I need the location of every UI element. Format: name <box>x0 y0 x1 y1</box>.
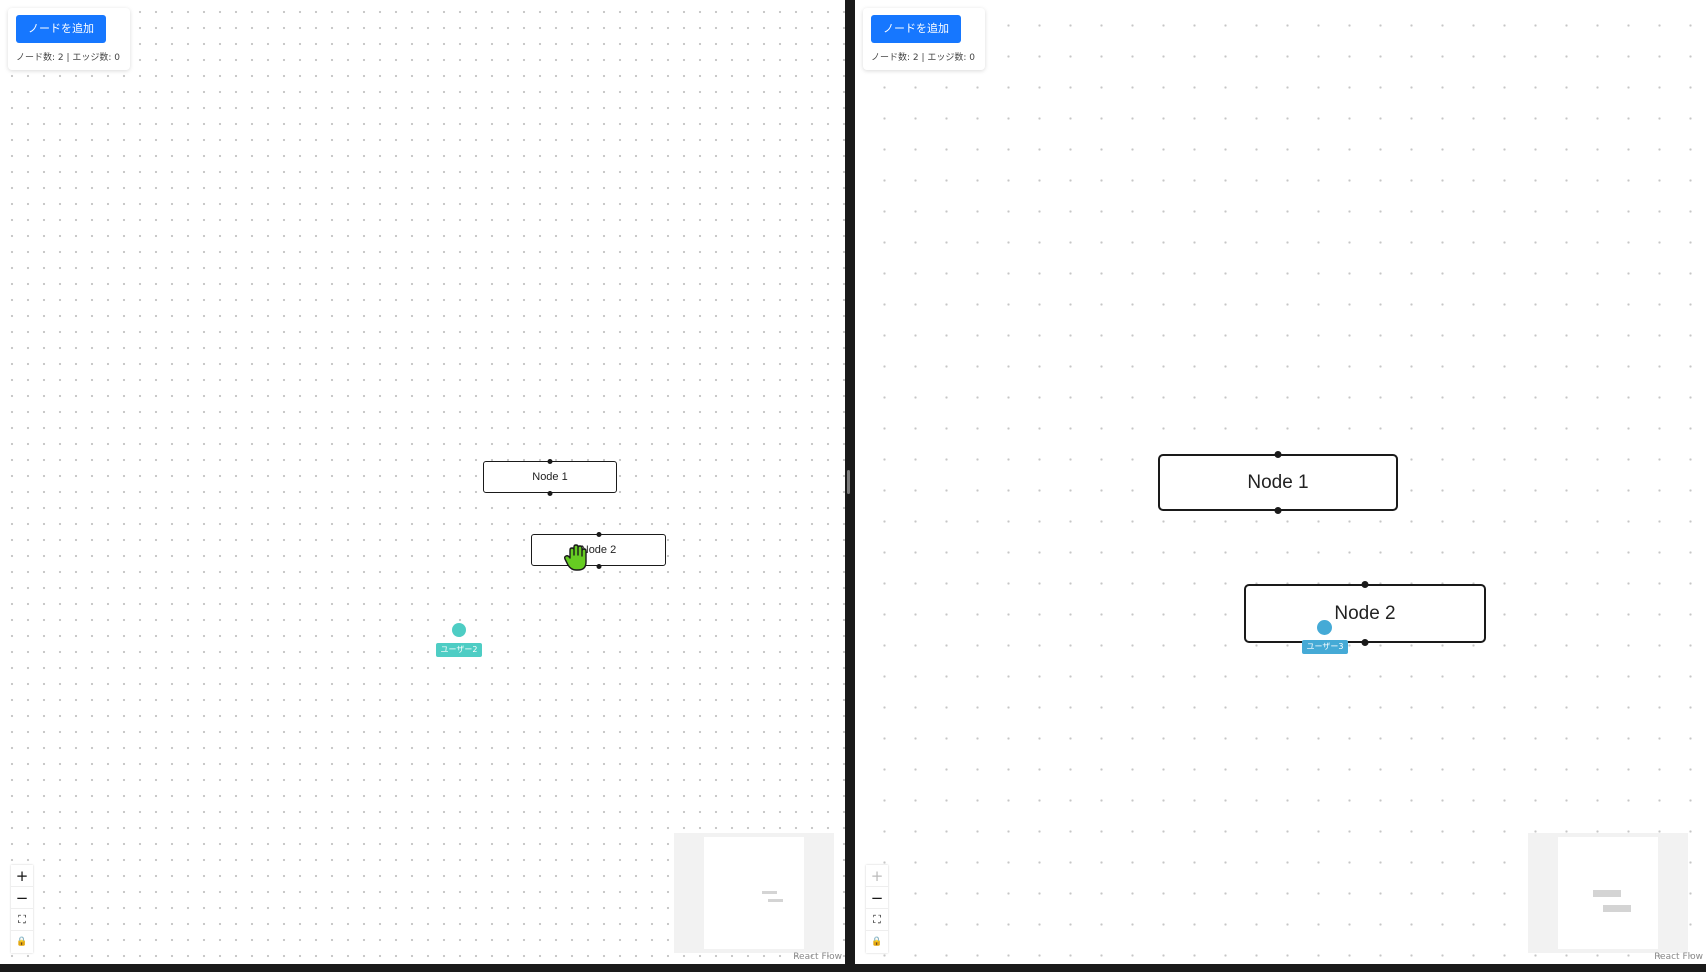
node-edge-counts: ノード数: 2 | エッジ数: 0 <box>16 53 120 63</box>
flow-canvas-left[interactable]: ノードを追加 ノード数: 2 | エッジ数: 0 Node 1 Node 2 ユ… <box>0 0 845 964</box>
toolbar-panel: ノードを追加 ノード数: 2 | エッジ数: 0 <box>8 8 130 70</box>
add-node-button[interactable]: ノードを追加 <box>16 15 106 43</box>
target-handle[interactable] <box>596 531 601 537</box>
add-node-button[interactable]: ノードを追加 <box>871 15 961 43</box>
remote-cursor-dot <box>1317 620 1332 635</box>
minimap-node-1 <box>1593 890 1621 897</box>
node-label: Node 1 <box>532 471 568 483</box>
react-flow-attribution[interactable]: React Flow <box>793 952 842 962</box>
flow-node-1[interactable]: Node 1 <box>1158 451 1398 514</box>
flow-controls: + − ⛶ 🔒 <box>866 865 888 953</box>
minus-icon: − <box>15 888 29 907</box>
zoom-out-button[interactable]: − <box>866 887 888 909</box>
minimap-node-2 <box>768 899 783 902</box>
zoom-in-button[interactable]: + <box>11 865 33 887</box>
remote-cursor-dot <box>452 623 466 637</box>
flow-node-2[interactable]: Node 2 <box>531 531 666 569</box>
split-divider-handle[interactable] <box>847 470 850 494</box>
minimap[interactable] <box>1528 833 1688 953</box>
fit-view-button[interactable]: ⛶ <box>866 909 888 931</box>
source-handle[interactable] <box>596 563 601 569</box>
fit-view-button[interactable]: ⛶ <box>11 909 33 931</box>
minus-icon: − <box>870 888 884 907</box>
flow-node-2[interactable]: Node 2 <box>1244 581 1486 646</box>
flow-controls: + − ⛶ 🔒 <box>11 865 33 953</box>
node-edge-counts: ノード数: 2 | エッジ数: 0 <box>871 53 975 63</box>
source-handle[interactable] <box>1274 507 1282 514</box>
remote-cursor-label: ユーザー3 <box>1302 640 1348 654</box>
minimap-node-1 <box>762 891 777 894</box>
plus-icon: + <box>870 866 884 885</box>
target-handle[interactable] <box>547 458 553 464</box>
lock-icon: 🔒 <box>16 937 28 947</box>
lock-button[interactable]: 🔒 <box>11 931 33 953</box>
fit-view-icon: ⛶ <box>18 912 26 926</box>
remote-cursor-label: ユーザー2 <box>436 643 482 657</box>
target-handle[interactable] <box>1361 581 1369 588</box>
zoom-in-button[interactable]: + <box>866 865 888 887</box>
source-handle[interactable] <box>547 490 553 496</box>
plus-icon: + <box>15 866 29 885</box>
fit-view-icon: ⛶ <box>873 912 881 926</box>
lock-button[interactable]: 🔒 <box>866 931 888 953</box>
minimap-viewport[interactable] <box>704 837 804 949</box>
flow-node-1[interactable]: Node 1 <box>483 458 617 496</box>
minimap[interactable] <box>674 833 834 953</box>
target-handle[interactable] <box>1274 451 1282 458</box>
lock-icon: 🔒 <box>871 937 883 947</box>
node-label: Node 1 <box>1247 471 1309 493</box>
flow-canvas-right[interactable]: ノードを追加 ノード数: 2 | エッジ数: 0 Node 1 Node 2 ユ… <box>855 0 1706 964</box>
node-label: Node 2 <box>1334 602 1396 624</box>
minimap-node-2 <box>1603 905 1631 912</box>
source-handle[interactable] <box>1361 639 1369 646</box>
grab-hand-cursor-icon <box>563 544 587 571</box>
react-flow-attribution[interactable]: React Flow <box>1654 952 1703 962</box>
toolbar-panel: ノードを追加 ノード数: 2 | エッジ数: 0 <box>863 8 985 70</box>
zoom-out-button[interactable]: − <box>11 887 33 909</box>
